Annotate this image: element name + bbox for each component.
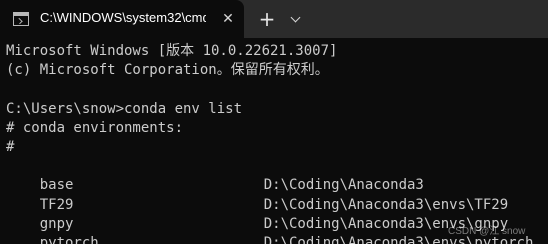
- env-path: D:\Coding\Anaconda3\envs\TF29: [263, 196, 509, 213]
- tab-cmd[interactable]: C:\WINDOWS\system32\cmd. ✕: [0, 0, 244, 38]
- chevron-down-icon[interactable]: [287, 9, 305, 29]
- env-name: TF29: [39, 196, 74, 213]
- copyright-line: (c) Microsoft Corporation。保留所有权利。: [6, 62, 329, 79]
- env-name: pytorch: [39, 234, 99, 244]
- env-name: gnpy: [39, 215, 74, 232]
- console-output[interactable]: Microsoft Windows [版本 10.0.22621.3007] (…: [6, 42, 546, 244]
- tab-title: C:\WINDOWS\system32\cmd.: [40, 10, 206, 25]
- env-path: D:\Coding\Anaconda3: [263, 177, 424, 194]
- comment-header: # conda environments:: [6, 119, 184, 136]
- env-name: base: [39, 177, 74, 194]
- env-row: base D:\Coding\Anaconda3: [6, 157, 546, 193]
- prompt-line: C:\Users\snow>conda env list: [6, 100, 243, 117]
- title-bar: C:\WINDOWS\system32\cmd. ✕ +: [0, 0, 548, 38]
- close-icon[interactable]: ✕: [218, 9, 238, 29]
- comment-hash: #: [6, 138, 15, 155]
- watermark: CSDN @江 snow: [448, 226, 526, 237]
- banner-line: Microsoft Windows [版本 10.0.22621.3007]: [6, 43, 338, 59]
- terminal-icon: [13, 12, 29, 26]
- new-tab-button[interactable]: +: [256, 8, 278, 30]
